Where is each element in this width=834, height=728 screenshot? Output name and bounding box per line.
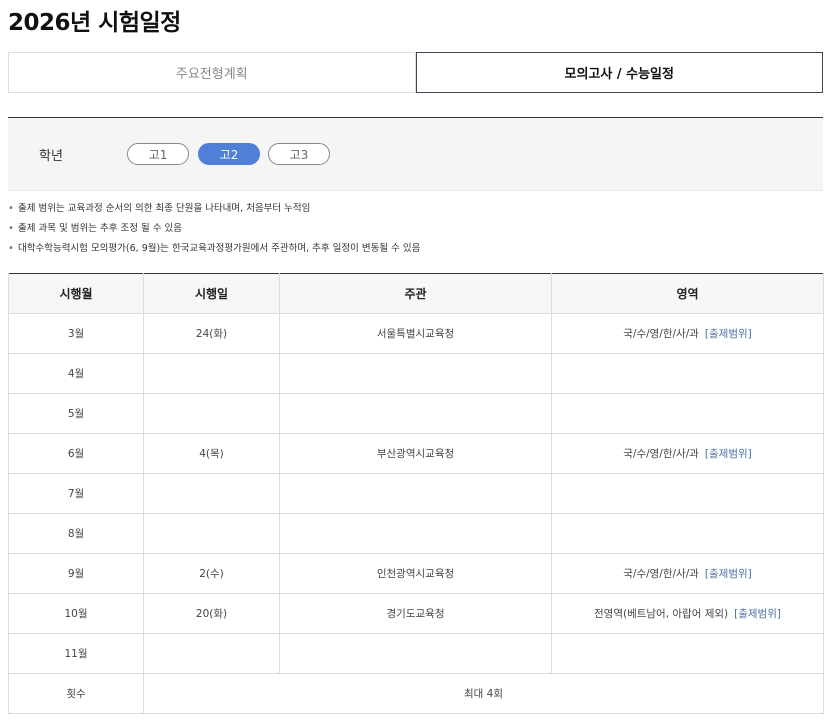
cell-month: 4월	[8, 353, 144, 394]
cell-organizer: 인천광역시교육청	[279, 553, 552, 594]
cell-date: 24(화)	[143, 313, 280, 354]
page-title: 2026년 시험일정	[8, 10, 181, 36]
table-row: 5월	[8, 393, 824, 434]
header-month: 시행월	[8, 273, 144, 314]
cell-area	[551, 633, 824, 674]
notice-item: • 출제 과목 및 범위는 추후 조정 될 수 있음	[8, 223, 182, 234]
cell-month: 11월	[8, 633, 144, 674]
notice-item: • 대학수학능력시험 모의평가(6, 9월)는 한국교육과정평가원에서 주관하며,…	[8, 243, 421, 254]
cell-month: 6월	[8, 433, 144, 474]
tab-bar: 주요전형계획 모의고사 / 수능일정	[8, 52, 823, 93]
grade-button-3[interactable]: 고3	[268, 143, 330, 165]
cell-organizer	[279, 633, 552, 674]
cell-date	[143, 473, 280, 514]
cell-organizer: 부산광역시교육청	[279, 433, 552, 474]
cell-area	[551, 513, 824, 554]
cell-area: 국/수/영/한/사/과 [출제범위]	[551, 433, 824, 474]
area-text: 전영역(베트남어, 아랍어 제외)	[594, 608, 729, 620]
cell-month: 10월	[8, 593, 144, 634]
cell-date	[143, 513, 280, 554]
table-row: 10월 20(화) 경기도교육청 전영역(베트남어, 아랍어 제외) [출제범위]	[8, 593, 824, 634]
cell-date	[143, 353, 280, 394]
grade-button-2[interactable]: 고2	[198, 143, 260, 165]
area-text: 국/수/영/한/사/과	[623, 328, 699, 340]
cell-area	[551, 393, 824, 434]
tab-mock-exam-schedule[interactable]: 모의고사 / 수능일정	[415, 52, 823, 93]
table-row: 9월 2(수) 인천광역시교육청 국/수/영/한/사/과 [출제범위]	[8, 553, 824, 594]
grade-label: 학년	[39, 149, 63, 164]
tab-main-admission-plan[interactable]: 주요전형계획	[8, 52, 416, 93]
bullet-icon: •	[8, 243, 14, 254]
exam-schedule-table: 시행월 시행일 주관 영역 3월 24(화) 서울특별시교육청 국/수/영/한/사/과…	[8, 273, 824, 714]
cell-organizer: 서울특별시교육청	[279, 313, 552, 354]
area-text: 국/수/영/한/사/과	[623, 568, 699, 580]
count-value: 최대 4회	[143, 673, 824, 714]
exam-scope-link[interactable]: [출제범위]	[705, 568, 752, 580]
cell-organizer	[279, 393, 552, 434]
notice-item: • 출제 범위는 교육과정 순서의 의한 최종 단원을 나타내며, 처음부터 누적…	[8, 203, 311, 214]
table-row: 4월	[8, 353, 824, 394]
grade-filter: 학년 고1 고2 고3	[8, 117, 823, 191]
grade-button-1[interactable]: 고1	[127, 143, 189, 165]
cell-organizer: 경기도교육청	[279, 593, 552, 634]
bullet-icon: •	[8, 223, 14, 234]
table-row: 8월	[8, 513, 824, 554]
exam-scope-link[interactable]: [출제범위]	[705, 328, 752, 340]
cell-area	[551, 353, 824, 394]
cell-date: 2(수)	[143, 553, 280, 594]
table-row: 6월 4(목) 부산광역시교육청 국/수/영/한/사/과 [출제범위]	[8, 433, 824, 474]
table-header-row: 시행월 시행일 주관 영역	[8, 273, 824, 314]
header-organizer: 주관	[279, 273, 552, 314]
cell-month: 3월	[8, 313, 144, 354]
cell-month: 8월	[8, 513, 144, 554]
exam-scope-link[interactable]: [출제범위]	[734, 608, 781, 620]
cell-organizer	[279, 513, 552, 554]
cell-date: 4(목)	[143, 433, 280, 474]
cell-area: 전영역(베트남어, 아랍어 제외) [출제범위]	[551, 593, 824, 634]
table-row: 11월	[8, 633, 824, 674]
cell-month: 5월	[8, 393, 144, 434]
count-label: 횟수	[8, 673, 144, 714]
cell-organizer	[279, 473, 552, 514]
table-row: 3월 24(화) 서울특별시교육청 국/수/영/한/사/과 [출제범위]	[8, 313, 824, 354]
cell-month: 7월	[8, 473, 144, 514]
area-text: 국/수/영/한/사/과	[623, 448, 699, 460]
header-area: 영역	[551, 273, 824, 314]
cell-month: 9월	[8, 553, 144, 594]
cell-date	[143, 393, 280, 434]
cell-area: 국/수/영/한/사/과 [출제범위]	[551, 313, 824, 354]
bullet-icon: •	[8, 203, 14, 214]
exam-scope-link[interactable]: [출제범위]	[705, 448, 752, 460]
table-row: 7월	[8, 473, 824, 514]
cell-area: 국/수/영/한/사/과 [출제범위]	[551, 553, 824, 594]
cell-date: 20(화)	[143, 593, 280, 634]
table-footer-row: 횟수 최대 4회	[8, 673, 824, 714]
header-date: 시행일	[143, 273, 280, 314]
cell-area	[551, 473, 824, 514]
notice-list: • 출제 범위는 교육과정 순서의 의한 최종 단원을 나타내며, 처음부터 누적…	[8, 202, 420, 262]
cell-organizer	[279, 353, 552, 394]
cell-date	[143, 633, 280, 674]
